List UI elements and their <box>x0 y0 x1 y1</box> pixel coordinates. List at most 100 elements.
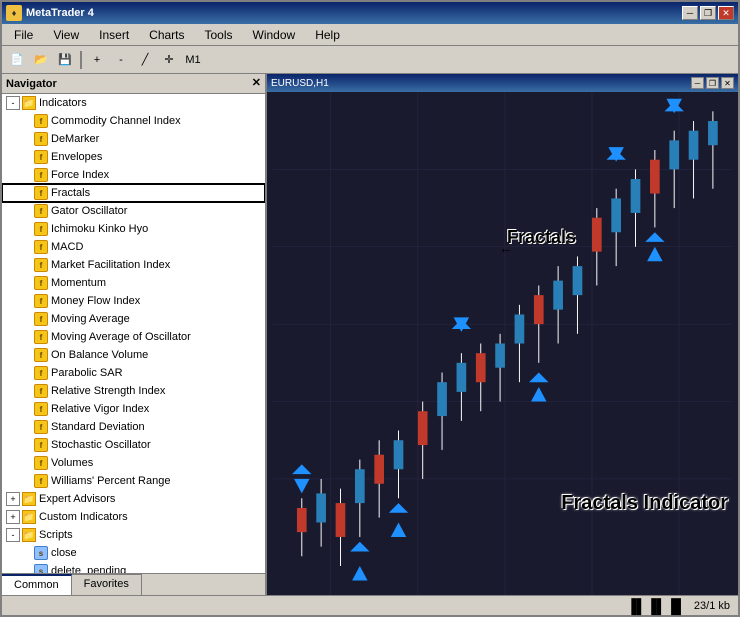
chart-title-text: EURUSD,H1 <box>271 78 329 89</box>
ci-expand[interactable]: + <box>6 510 20 524</box>
list-item[interactable]: s close <box>2 544 265 562</box>
list-item[interactable]: f Stochastic Oscillator <box>2 436 265 454</box>
indicator-icon: f <box>34 330 48 344</box>
list-item[interactable]: f Relative Strength Index <box>2 382 265 400</box>
indicator-icon: f <box>34 456 48 470</box>
toolbar-period[interactable]: M1 <box>182 49 204 71</box>
indicators-expand[interactable]: - <box>6 96 20 110</box>
indicator-icon: f <box>34 438 48 452</box>
indicators-group[interactable]: - 📁 Indicators <box>2 94 265 112</box>
list-item[interactable]: s delete_pending <box>2 562 265 573</box>
list-item[interactable]: f Gator Oscillator <box>2 202 265 220</box>
navigator-close-button[interactable]: ✕ <box>252 78 261 89</box>
chart-canvas: Fractals ← Fractals Indicator <box>267 92 738 595</box>
toolbar-open[interactable]: 📂 <box>30 49 52 71</box>
list-item[interactable]: f Market Facilitation Index <box>2 256 265 274</box>
item-label: Stochastic Oscillator <box>51 439 151 451</box>
fractals-indicator-label: Fractals Indicator <box>561 492 728 515</box>
toolbar-zoom-out[interactable]: - <box>110 49 132 71</box>
indicator-icon: f <box>34 114 48 128</box>
close-button[interactable]: ✕ <box>718 6 734 20</box>
item-label: DeMarker <box>51 133 99 145</box>
list-item[interactable]: f DeMarker <box>2 130 265 148</box>
menu-tools[interactable]: Tools <box>197 26 241 44</box>
restore-button[interactable]: ❐ <box>700 6 716 20</box>
indicator-icon: f <box>34 348 48 362</box>
item-label: Money Flow Index <box>51 295 140 307</box>
item-label: Relative Strength Index <box>51 385 165 397</box>
navigator-content[interactable]: - 📁 Indicators f Commodity Channel Index… <box>2 94 265 573</box>
indicator-icon: f <box>34 150 48 164</box>
app-icon: ♦ <box>6 5 22 21</box>
list-item[interactable]: f On Balance Volume <box>2 346 265 364</box>
indicator-icon: f <box>34 222 48 236</box>
list-item[interactable]: f Momentum <box>2 274 265 292</box>
item-label: Ichimoku Kinko Hyo <box>51 223 148 235</box>
minimize-button[interactable]: ─ <box>682 6 698 20</box>
item-label: Market Facilitation Index <box>51 259 170 271</box>
chart-title-bar: EURUSD,H1 ─ ❐ ✕ <box>267 74 738 92</box>
list-item[interactable]: f Parabolic SAR <box>2 364 265 382</box>
ci-folder-icon: 📁 <box>22 510 36 524</box>
list-item[interactable]: f Moving Average <box>2 310 265 328</box>
status-pages: 23/1 kb <box>694 600 730 612</box>
item-label: delete_pending <box>51 565 126 573</box>
list-item[interactable]: f Money Flow Index <box>2 292 265 310</box>
tab-common[interactable]: Common <box>2 574 72 595</box>
chart-svg <box>267 92 738 595</box>
fractals-label: Fractals <box>51 187 90 199</box>
scripts-group[interactable]: - 📁 Scripts <box>2 526 265 544</box>
menu-help[interactable]: Help <box>307 26 348 44</box>
menu-bar: File View Insert Charts Tools Window Hel… <box>2 24 738 46</box>
menu-insert[interactable]: Insert <box>91 26 137 44</box>
menu-charts[interactable]: Charts <box>141 26 192 44</box>
list-item[interactable]: f Envelopes <box>2 148 265 166</box>
list-item[interactable]: f Williams' Percent Range <box>2 472 265 490</box>
list-item[interactable]: f MACD <box>2 238 265 256</box>
list-item[interactable]: f Volumes <box>2 454 265 472</box>
chart-minimize-btn[interactable]: ─ <box>691 77 704 89</box>
fractals-item[interactable]: f Fractals <box>2 184 265 202</box>
status-chart-indicator: ▐▌▐▌▐▌ <box>626 598 686 614</box>
list-item[interactable]: f Ichimoku Kinko Hyo <box>2 220 265 238</box>
chart-title-buttons: ─ ❐ ✕ <box>691 77 734 89</box>
menu-file[interactable]: File <box>6 26 41 44</box>
title-buttons: ─ ❐ ✕ <box>682 6 734 20</box>
navigator-header: Navigator ✕ <box>2 74 265 94</box>
toolbar-zoom-in[interactable]: + <box>86 49 108 71</box>
indicator-icon: f <box>34 420 48 434</box>
chart-restore-btn[interactable]: ❐ <box>706 77 719 89</box>
scripts-folder-icon: 📁 <box>22 528 36 542</box>
indicator-icon: f <box>34 276 48 290</box>
item-label: Moving Average <box>51 313 130 325</box>
ea-expand[interactable]: + <box>6 492 20 506</box>
indicator-icon: f <box>34 132 48 146</box>
toolbar-line[interactable]: ╱ <box>134 49 156 71</box>
toolbar-new[interactable]: 📄 <box>6 49 28 71</box>
list-item[interactable]: f Moving Average of Oscillator <box>2 328 265 346</box>
ea-folder-icon: 📁 <box>22 492 36 506</box>
menu-window[interactable]: Window <box>245 26 304 44</box>
indicator-icon: f <box>34 204 48 218</box>
indicator-icon: f <box>34 474 48 488</box>
item-label: Gator Oscillator <box>51 205 127 217</box>
indicator-icon: f <box>34 258 48 272</box>
menu-view[interactable]: View <box>45 26 87 44</box>
list-item[interactable]: f Commodity Channel Index <box>2 112 265 130</box>
tab-favorites[interactable]: Favorites <box>72 574 142 595</box>
list-item[interactable]: f Standard Deviation <box>2 418 265 436</box>
toolbar-save[interactable]: 💾 <box>54 49 76 71</box>
indicator-icon: f <box>34 402 48 416</box>
list-item[interactable]: f Relative Vigor Index <box>2 400 265 418</box>
expert-advisors-group[interactable]: + 📁 Expert Advisors <box>2 490 265 508</box>
scripts-expand[interactable]: - <box>6 528 20 542</box>
title-bar: ♦ MetaTrader 4 ─ ❐ ✕ <box>2 2 738 24</box>
toolbar-crosshair[interactable]: ✛ <box>158 49 180 71</box>
item-label: Force Index <box>51 169 109 181</box>
item-label: Parabolic SAR <box>51 367 123 379</box>
chart-close-btn[interactable]: ✕ <box>721 77 734 89</box>
main-area: Navigator ✕ - 📁 Indicators f Commodity C… <box>2 74 738 595</box>
list-item[interactable]: f Force Index <box>2 166 265 184</box>
item-label: Williams' Percent Range <box>51 475 170 487</box>
custom-indicators-group[interactable]: + 📁 Custom Indicators <box>2 508 265 526</box>
